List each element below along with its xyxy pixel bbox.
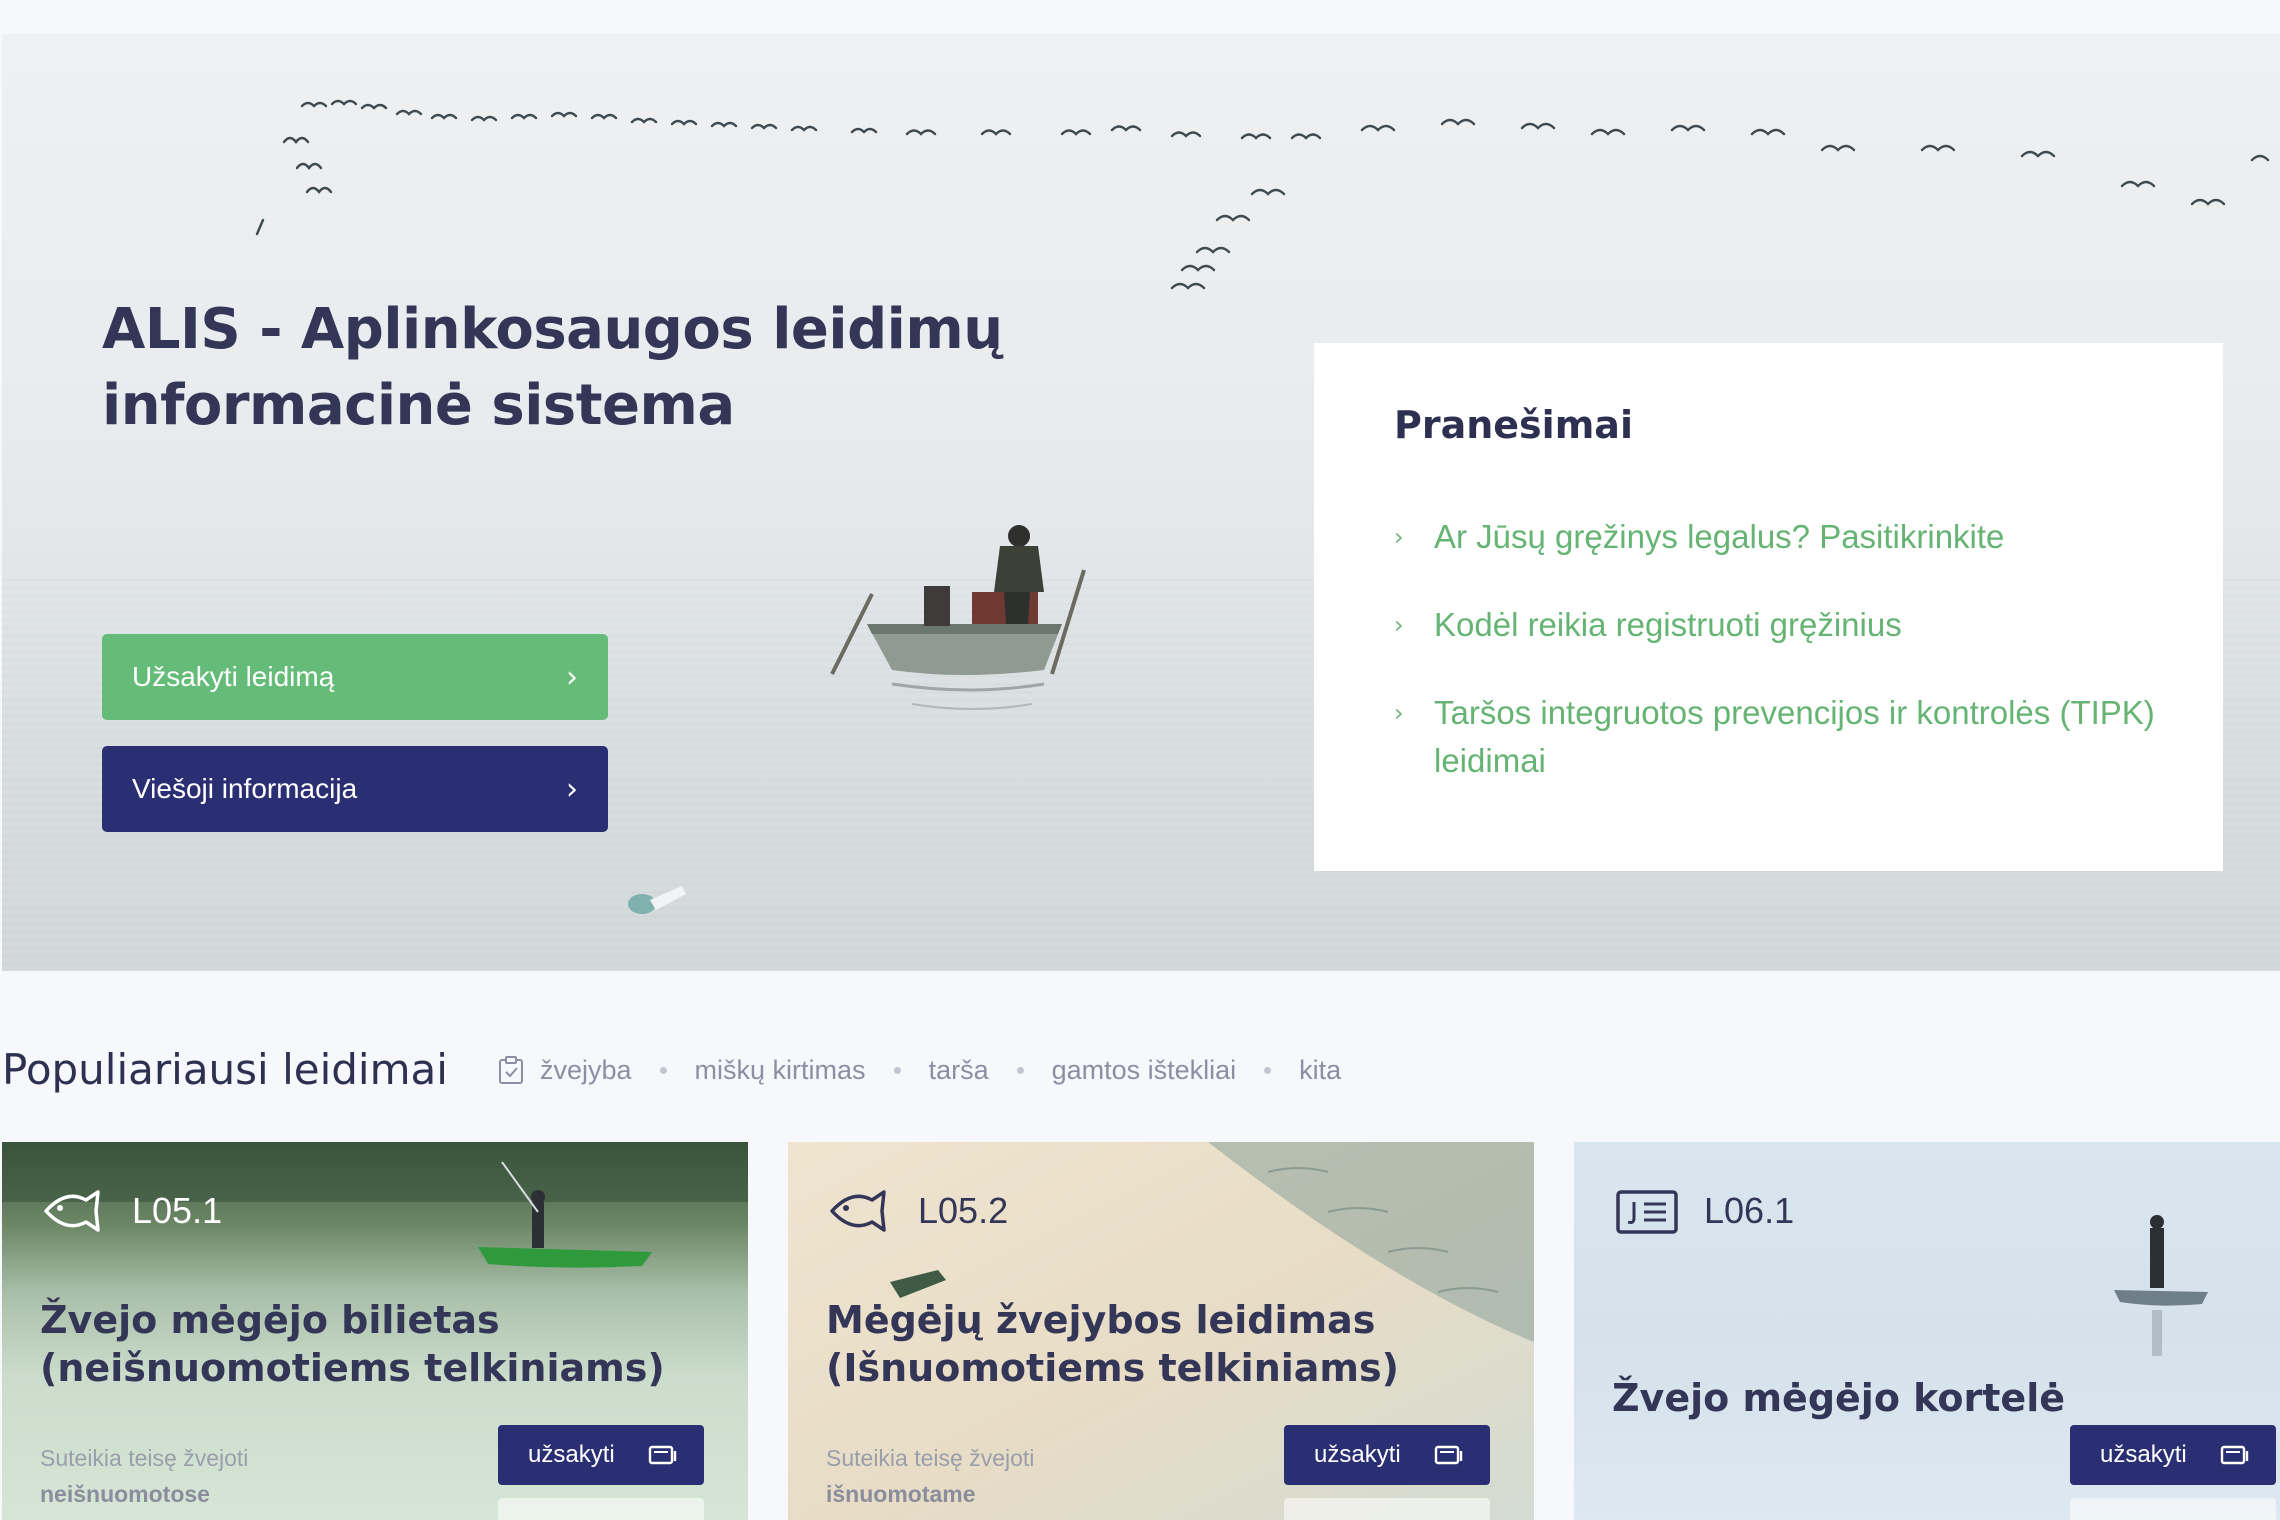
hero-boat-illustration bbox=[830, 525, 1086, 710]
calendar-check-icon bbox=[499, 1056, 523, 1084]
chevron-right-icon: › bbox=[1394, 523, 1404, 551]
filter-separator bbox=[1016, 1066, 1024, 1074]
announcement-link[interactable]: Ar Jūsų gręžinys legalus? Pasitikrinkite bbox=[1434, 513, 2004, 561]
announcement-item[interactable]: › Ar Jūsų gręžinys legalus? Pasitikrinki… bbox=[1394, 513, 2174, 561]
order-button-label: užsakyti bbox=[2100, 1441, 2187, 1468]
ticket-icon bbox=[2220, 1445, 2249, 1465]
announcement-link[interactable]: Taršos integruotos prevencijos ir kontro… bbox=[1434, 689, 2174, 785]
chevron-right-icon: › bbox=[566, 771, 578, 807]
chevron-right-icon: › bbox=[566, 659, 578, 695]
permit-code: L06.1 bbox=[1704, 1190, 1795, 1231]
secondary-button[interactable] bbox=[498, 1498, 704, 1520]
permit-card-l06-1[interactable]: L06.1 Žvejo mėgėjo kortelė užsakyti bbox=[1574, 1142, 2280, 1520]
filter-separator bbox=[893, 1066, 901, 1074]
hero-title: ALIS - Aplinkosaugos leidimų informacinė… bbox=[102, 297, 1003, 438]
announcement-item[interactable]: › Taršos integruotos prevencijos ir kont… bbox=[1394, 689, 2174, 785]
announcements-list: › Ar Jūsų gręžinys legalus? Pasitikrinki… bbox=[1394, 513, 2174, 825]
filter-pollution[interactable]: tarša bbox=[929, 1055, 989, 1086]
order-button[interactable]: užsakyti bbox=[2070, 1425, 2276, 1485]
order-permit-label: Užsakyti leidimą bbox=[132, 661, 335, 692]
order-button-label: užsakyti bbox=[1314, 1441, 1401, 1468]
popular-permits-title: Populiariausi leidimai bbox=[2, 1045, 448, 1094]
fish-icon bbox=[830, 1190, 886, 1232]
announcement-item[interactable]: › Kodėl reikia registruoti gręžinius bbox=[1394, 601, 2174, 649]
permit-title[interactable]: Mėgėjų žvejybos leidimas (Išnuomotiems t… bbox=[826, 1296, 1506, 1392]
announcements-panel: Pranešimai › Ar Jūsų gręžinys legalus? P… bbox=[1314, 343, 2223, 871]
permit-category-filters: žvejyba miškų kirtimas tarša gamtos ište… bbox=[498, 1050, 1341, 1090]
public-info-button[interactable]: Viešoji informacija › bbox=[102, 746, 608, 832]
hero-birds-illustration bbox=[255, 99, 2270, 290]
filter-other[interactable]: kita bbox=[1299, 1055, 1341, 1086]
permit-description: Suteikia teisę žvejoti išnuomotame bbox=[826, 1445, 1035, 1507]
order-button[interactable]: užsakyti bbox=[1284, 1425, 1490, 1485]
permit-card-l05-1[interactable]: L05.1 Žvejo mėgėjo bilietas (neišnuomoti… bbox=[2, 1142, 748, 1520]
hero-buoy-illustration bbox=[628, 886, 686, 914]
hero-banner: ALIS - Aplinkosaugos leidimų informacinė… bbox=[2, 34, 2280, 971]
chevron-right-icon: › bbox=[1394, 611, 1404, 639]
permit-title[interactable]: Žvejo mėgėjo bilietas (neišnuomotiems te… bbox=[40, 1296, 720, 1392]
secondary-button[interactable] bbox=[1284, 1498, 1490, 1520]
permit-title[interactable]: Žvejo mėgėjo kortelė bbox=[1612, 1374, 2280, 1422]
announcement-link[interactable]: Kodėl reikia registruoti gręžinius bbox=[1434, 601, 1902, 649]
ticket-icon bbox=[648, 1445, 677, 1465]
permit-description: Suteikia teisę žvejoti neišnuomotose bbox=[40, 1445, 249, 1507]
filter-separator bbox=[1264, 1066, 1272, 1074]
filter-separator bbox=[659, 1066, 667, 1074]
secondary-button[interactable] bbox=[2070, 1498, 2276, 1520]
order-button-label: užsakyti bbox=[528, 1441, 615, 1468]
announcements-title: Pranešimai bbox=[1394, 403, 1633, 447]
permit-card-l05-2[interactable]: L05.2 Mėgėjų žvejybos leidimas (Išnuomot… bbox=[788, 1142, 1534, 1520]
top-strip bbox=[0, 0, 2280, 34]
permit-code: L05.1 bbox=[132, 1190, 223, 1231]
id-card-icon bbox=[1616, 1190, 1678, 1234]
fish-icon bbox=[44, 1190, 100, 1232]
filter-fishing[interactable]: žvejyba bbox=[540, 1055, 632, 1086]
public-info-label: Viešoji informacija bbox=[132, 773, 358, 804]
order-button[interactable]: užsakyti bbox=[498, 1425, 704, 1485]
ticket-icon bbox=[1434, 1445, 1463, 1465]
filter-forest-cutting[interactable]: miškų kirtimas bbox=[695, 1055, 866, 1086]
filter-natural-resources[interactable]: gamtos ištekliai bbox=[1052, 1055, 1237, 1086]
permit-code: L05.2 bbox=[918, 1190, 1009, 1231]
chevron-right-icon: › bbox=[1394, 699, 1404, 727]
order-permit-button[interactable]: Užsakyti leidimą › bbox=[102, 634, 608, 720]
